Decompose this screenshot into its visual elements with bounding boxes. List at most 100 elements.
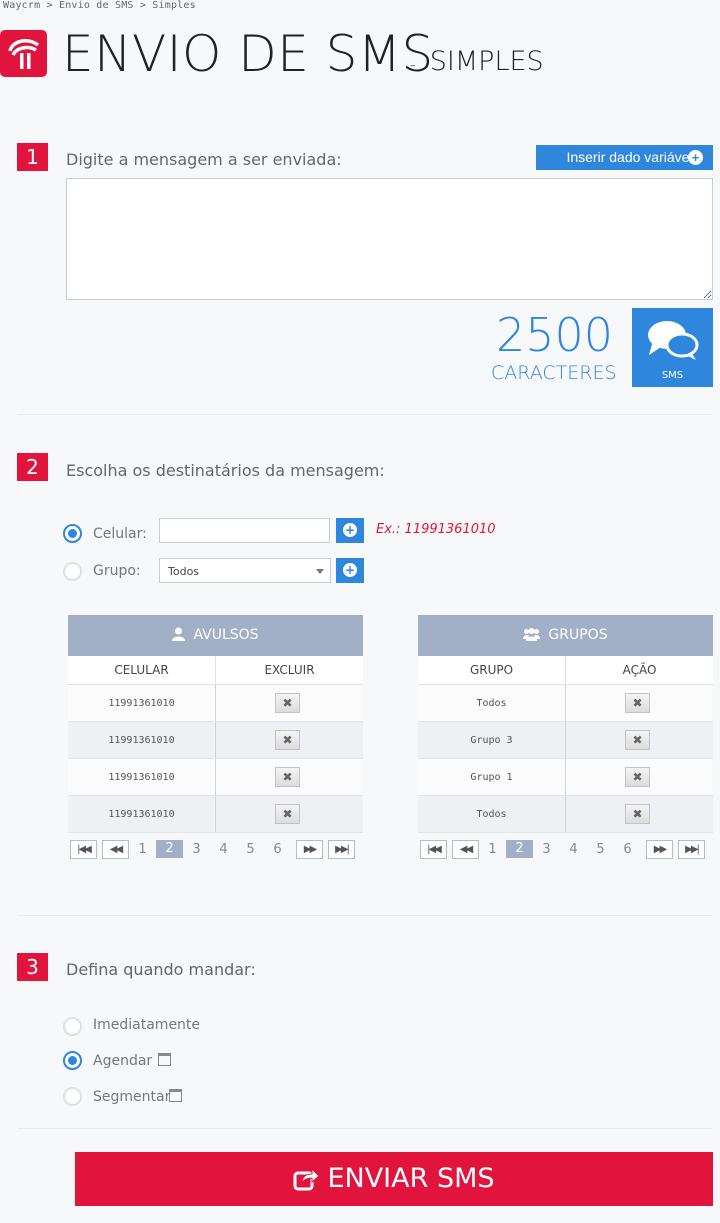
divider (18, 1128, 712, 1129)
celular-cell: 11991361010 (68, 685, 216, 721)
grupo-label: Grupo: (93, 563, 141, 579)
delete-button[interactable]: ✖ (275, 693, 300, 713)
grupos-pager: |◀◀ ◀◀ 1 2 3 4 5 6 ▶▶ ▶▶| (420, 839, 705, 859)
page-subtitle: - SIMPLES (410, 46, 544, 77)
agendar-radio[interactable] (63, 1051, 82, 1070)
subtitle-text: SIMPLES (429, 46, 544, 77)
page-link[interactable]: 4 (560, 842, 587, 857)
last-page-icon[interactable]: ▶▶| (678, 839, 705, 859)
step-2-label: Escolha os destinatários da mensagem: (66, 461, 385, 480)
step-2-number: 2 (17, 453, 48, 481)
message-textarea[interactable] (66, 178, 713, 300)
send-sms-button[interactable]: ENVIAR SMS (75, 1152, 713, 1206)
plus-circle-icon: + (343, 523, 357, 537)
table-row: 11991361010 ✖ (68, 722, 363, 759)
page-link[interactable]: 3 (183, 842, 210, 857)
table-row: 11991361010 ✖ (68, 685, 363, 722)
avulsos-title: AVULSOS (193, 627, 259, 643)
grupo-select-value: Todos (168, 565, 200, 578)
grupo-radio[interactable] (63, 562, 82, 581)
caret-down-icon (316, 569, 324, 574)
add-celular-button[interactable]: + (336, 518, 364, 543)
share-icon (293, 1167, 321, 1191)
page-link[interactable]: 5 (237, 842, 264, 857)
close-icon: ✖ (282, 733, 293, 747)
page-link-current[interactable]: 2 (156, 840, 183, 858)
close-icon: ✖ (632, 733, 643, 747)
delete-button[interactable]: ✖ (625, 767, 650, 787)
column-header-grupo: GRUPO (418, 656, 566, 684)
sms-badge-label: SMS (661, 370, 684, 381)
page-link-current[interactable]: 2 (506, 840, 533, 858)
first-page-icon[interactable]: |◀◀ (420, 839, 447, 859)
close-icon: ✖ (632, 770, 643, 784)
delete-button[interactable]: ✖ (625, 730, 650, 750)
table-row: Todos ✖ (418, 796, 713, 833)
grupos-header: GRUPOS (418, 615, 713, 656)
column-header-acao: AÇÃO (622, 663, 657, 677)
grupo-cell: Grupo 1 (418, 759, 566, 795)
table-row: 11991361010 ✖ (68, 759, 363, 796)
page-link[interactable]: 1 (129, 842, 156, 857)
grupo-cell: Grupo 3 (418, 722, 566, 758)
imediatamente-radio[interactable] (63, 1017, 82, 1036)
bradesco-logo (0, 30, 47, 77)
page-link[interactable]: 6 (264, 842, 291, 857)
page-link[interactable]: 6 (614, 842, 641, 857)
divider (18, 915, 712, 916)
delete-button[interactable]: ✖ (625, 804, 650, 824)
send-sms-label: ENVIAR SMS (327, 1163, 495, 1194)
title-dash: - (410, 55, 416, 74)
step-1-number: 1 (17, 143, 48, 171)
add-grupo-button[interactable]: + (336, 558, 364, 583)
imediatamente-label: Imediatamente (93, 1017, 201, 1033)
sms-badge: SMS (632, 308, 713, 387)
segmentar-radio[interactable] (63, 1087, 82, 1106)
celular-cell: 11991361010 (68, 722, 216, 758)
prev-page-icon[interactable]: ◀◀ (452, 839, 479, 859)
celular-input[interactable] (159, 518, 330, 543)
page-link[interactable]: 5 (587, 842, 614, 857)
grupos-title: GRUPOS (548, 627, 608, 643)
next-page-icon[interactable]: ▶▶ (296, 839, 323, 859)
grupos-columns: GRUPO AÇÃO (418, 656, 713, 685)
celular-cell: 11991361010 (68, 796, 216, 832)
table-row: 11991361010 ✖ (68, 796, 363, 833)
column-header-excluir: EXCLUIR (264, 663, 315, 677)
character-counter: 2500 (496, 308, 614, 362)
page-title: ENVIO DE SMS (62, 25, 434, 83)
segmentar-label: Segmentar (93, 1089, 171, 1105)
insert-variable-button[interactable]: Inserir dado variável + (536, 145, 713, 170)
prev-page-icon[interactable]: ◀◀ (102, 839, 129, 859)
delete-button[interactable]: ✖ (275, 804, 300, 824)
agendar-label: Agendar (93, 1053, 153, 1069)
celular-radio[interactable] (63, 524, 82, 543)
calendar-icon[interactable] (158, 1053, 171, 1066)
divider (18, 414, 712, 415)
page-link[interactable]: 1 (479, 842, 506, 857)
step-3-number: 3 (17, 953, 48, 981)
page-link[interactable]: 3 (533, 842, 560, 857)
close-icon: ✖ (282, 770, 293, 784)
avulsos-table: AVULSOS CELULAR EXCLUIR 11991361010 ✖ 119… (68, 615, 363, 833)
avulsos-header: AVULSOS (68, 615, 363, 656)
chat-bubbles-icon (648, 321, 699, 360)
close-icon: ✖ (282, 696, 293, 710)
next-page-icon[interactable]: ▶▶ (646, 839, 673, 859)
delete-button[interactable]: ✖ (275, 730, 300, 750)
table-row: Grupo 1 ✖ (418, 759, 713, 796)
plus-circle-icon: + (343, 563, 357, 577)
breadcrumb: Waycrm > Envio de SMS > Simples (3, 0, 196, 11)
last-page-icon[interactable]: ▶▶| (328, 839, 355, 859)
celular-label: Celular: (93, 526, 147, 542)
character-counter-label: CARACTERES (491, 362, 617, 384)
page-link[interactable]: 4 (210, 842, 237, 857)
grupo-select[interactable]: Todos (159, 558, 331, 583)
grupo-cell: Todos (418, 685, 566, 721)
avulsos-pager: |◀◀ ◀◀ 1 2 3 4 5 6 ▶▶ ▶▶| (70, 839, 355, 859)
delete-button[interactable]: ✖ (625, 693, 650, 713)
calendar-icon[interactable] (169, 1089, 182, 1102)
delete-button[interactable]: ✖ (275, 767, 300, 787)
first-page-icon[interactable]: |◀◀ (70, 839, 97, 859)
step-1-label: Digite a mensagem a ser enviada: (66, 150, 342, 169)
